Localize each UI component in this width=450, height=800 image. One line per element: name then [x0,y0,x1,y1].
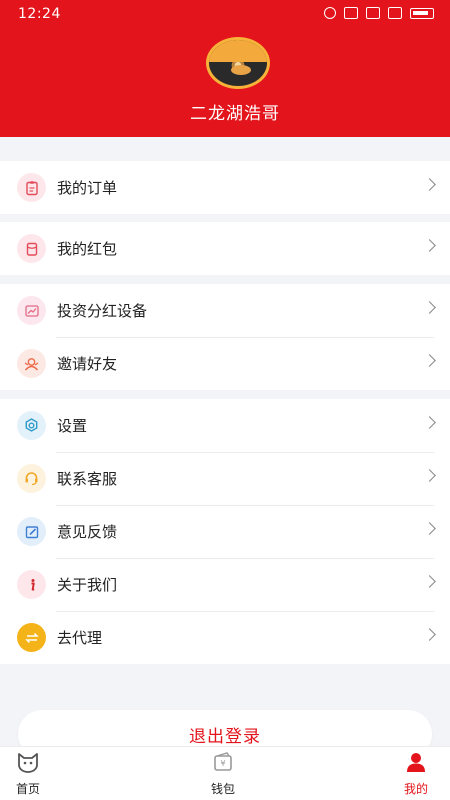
red-packet-icon [17,234,46,263]
signal-icon [366,7,380,19]
chevron-right-icon [423,416,436,429]
chart-icon [17,296,46,325]
chevron-right-icon [423,239,436,252]
bottom-tab-bar: 首页 ¥ 钱包 我的 [0,746,450,800]
menu-label: 投资分红设备 [57,302,148,320]
menu-label: 联系客服 [57,470,118,488]
tab-home[interactable]: 首页 [16,751,40,797]
menu-group-red-packet: 我的红包 [0,222,450,275]
home-cat-icon [16,751,40,777]
tab-wallet[interactable]: ¥ 钱包 [211,751,235,797]
menu-group-orders: 我的订单 [0,161,450,214]
gear-icon [17,411,46,440]
chevron-right-icon [423,301,436,314]
chevron-right-icon [423,522,436,535]
info-icon [17,570,46,599]
menu-item-my-orders[interactable]: 我的订单 [0,161,450,214]
tab-label: 我的 [404,782,429,796]
headset-icon [17,464,46,493]
wallet-icon: ¥ [212,751,234,777]
menu-item-my-red-packet[interactable]: 我的红包 [0,222,450,275]
status-bar: 12:24 [0,0,450,28]
system-icons [324,7,434,19]
alarm-icon [324,7,336,19]
menu-item-settings[interactable]: 设置 [0,399,450,452]
menu-label: 去代理 [57,629,103,647]
menu-item-customer-service[interactable]: 联系客服 [0,452,450,505]
profile-header: 12:24 二龙湖浩哥 [0,0,450,137]
hd-icon [344,7,358,19]
status-time: 12:24 [18,6,61,22]
menu-label: 我的订单 [57,179,118,197]
chevron-right-icon [423,178,436,191]
menu-label: 设置 [57,417,88,435]
gesture-bar [50,795,400,798]
order-icon [17,173,46,202]
chevron-right-icon [423,354,436,367]
menu-label: 关于我们 [57,576,118,594]
tab-label: 首页 [16,782,41,796]
battery-icon [410,7,434,19]
menu-group-invest: 投资分红设备 邀请好友 [0,284,450,390]
wifi-icon [388,7,402,19]
menu-item-about-us[interactable]: 关于我们 [0,558,450,611]
menu-label: 意见反馈 [57,523,118,541]
menu-group-settings: 设置 联系客服 意见反馈 关于我们 去代理 [0,399,450,664]
menu-item-invite-friends[interactable]: 邀请好友 [0,337,450,390]
menu-item-become-agent[interactable]: 去代理 [0,611,450,664]
menu-item-investment-device[interactable]: 投资分红设备 [0,284,450,337]
invite-friends-icon [17,349,46,378]
chevron-right-icon [423,575,436,588]
chevron-right-icon [423,469,436,482]
feedback-icon [17,517,46,546]
svg-text:¥: ¥ [220,759,225,768]
menu-label: 邀请好友 [57,355,118,373]
avatar[interactable] [206,37,270,89]
chevron-right-icon [423,628,436,641]
tab-mine[interactable]: 我的 [404,751,428,797]
menu-label: 我的红包 [57,240,118,258]
user-icon [405,751,427,777]
username: 二龙湖浩哥 [190,104,280,124]
menu-item-feedback[interactable]: 意见反馈 [0,505,450,558]
swap-icon [17,623,46,652]
